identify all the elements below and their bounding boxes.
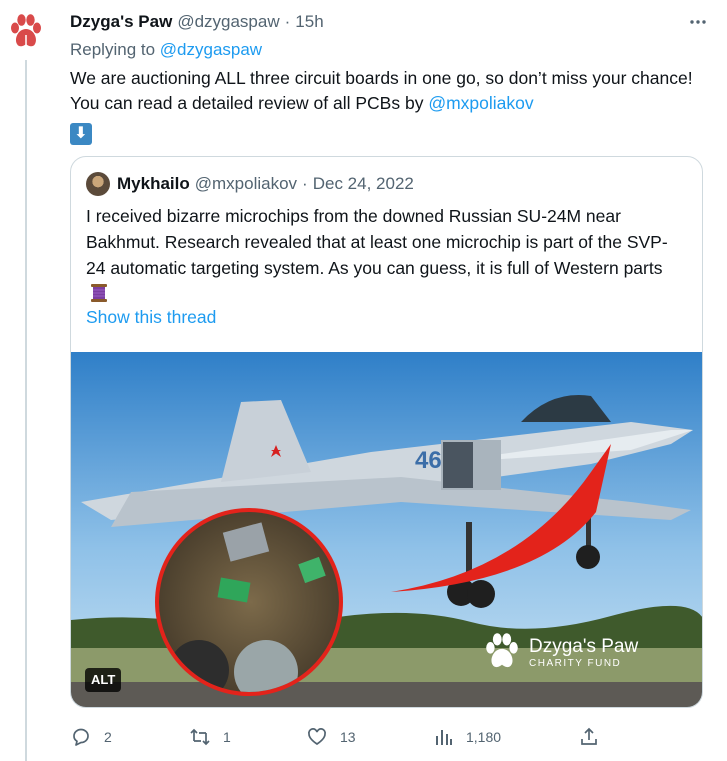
watermark-title: Dzyga's Paw xyxy=(529,635,639,657)
tweet[interactable]: Dzyga's Paw @dzygaspaw · 15h Replying to… xyxy=(70,10,710,145)
tweet-text-body: We are auctioning ALL three circuit boar… xyxy=(70,68,693,113)
quoted-display-name[interactable]: Mykhailo xyxy=(117,174,190,194)
alt-text-badge[interactable]: ALT xyxy=(85,668,122,692)
quoted-date[interactable]: Dec 24, 2022 xyxy=(313,174,414,194)
mention-link[interactable]: @mxpoliakov xyxy=(428,93,533,113)
down-arrow-icon: ⬇ xyxy=(70,123,92,145)
user-handle[interactable]: @dzygaspaw xyxy=(177,12,279,32)
quoted-text-body: I received bizarre microchips from the d… xyxy=(86,206,668,278)
replying-to-label: Replying to xyxy=(70,40,160,59)
quoted-media-image[interactable]: 46 Dzyga's Paw CHARITY FUND ALT xyxy=(71,352,702,707)
tweet-text: We are auctioning ALL three circuit boar… xyxy=(70,66,710,145)
replying-to: Replying to @dzygaspaw xyxy=(70,38,710,62)
reply-count: 2 xyxy=(104,729,112,745)
quoted-avatar[interactable] xyxy=(86,172,110,196)
retweet-icon xyxy=(189,726,211,748)
separator-dot: · xyxy=(302,174,308,193)
tweet-actions-bar: 2 1 13 1,180 xyxy=(70,722,630,752)
show-thread-link[interactable]: Show this thread xyxy=(86,307,216,328)
avatar[interactable] xyxy=(6,12,46,52)
retweet-count: 1 xyxy=(223,729,231,745)
thread-spool-icon xyxy=(91,284,107,302)
share-button[interactable] xyxy=(578,722,612,752)
display-name[interactable]: Dzyga's Paw xyxy=(70,12,172,32)
heart-icon xyxy=(306,726,328,748)
quoted-tweet-card[interactable]: Mykhailo @mxpoliakov · Dec 24, 2022 I re… xyxy=(70,156,703,708)
reply-icon xyxy=(70,726,92,748)
tweet-timestamp[interactable]: 15h xyxy=(295,12,323,32)
quoted-tweet-header: Mykhailo @mxpoliakov · Dec 24, 2022 xyxy=(86,171,414,197)
more-options-button[interactable] xyxy=(686,12,710,32)
quoted-tweet-text: I received bizarre microchips from the d… xyxy=(86,203,686,307)
separator-dot: · xyxy=(284,12,291,31)
watermark-subtitle: CHARITY FUND xyxy=(529,657,622,669)
tweet-header: Dzyga's Paw @dzygaspaw · 15h xyxy=(70,10,710,34)
like-count: 13 xyxy=(340,729,356,745)
more-horizontal-icon xyxy=(690,20,706,24)
views-chart-icon xyxy=(432,726,454,748)
views-count: 1,180 xyxy=(466,729,502,745)
views-button[interactable]: 1,180 xyxy=(432,722,501,752)
thread-connector-line xyxy=(25,60,27,761)
watermark: Dzyga's Paw CHARITY FUND xyxy=(483,632,638,672)
paw-watermark-icon xyxy=(486,633,518,668)
retweet-button[interactable]: 1 xyxy=(189,722,231,752)
replying-to-handle-link[interactable]: @dzygaspaw xyxy=(160,40,262,59)
paw-logo-icon xyxy=(11,14,41,47)
reply-button[interactable]: 2 xyxy=(70,722,112,752)
quoted-user-handle[interactable]: @mxpoliakov xyxy=(195,174,297,194)
share-icon xyxy=(578,726,600,748)
like-button[interactable]: 13 xyxy=(306,722,356,752)
tail-number-text: 46 xyxy=(415,447,442,474)
